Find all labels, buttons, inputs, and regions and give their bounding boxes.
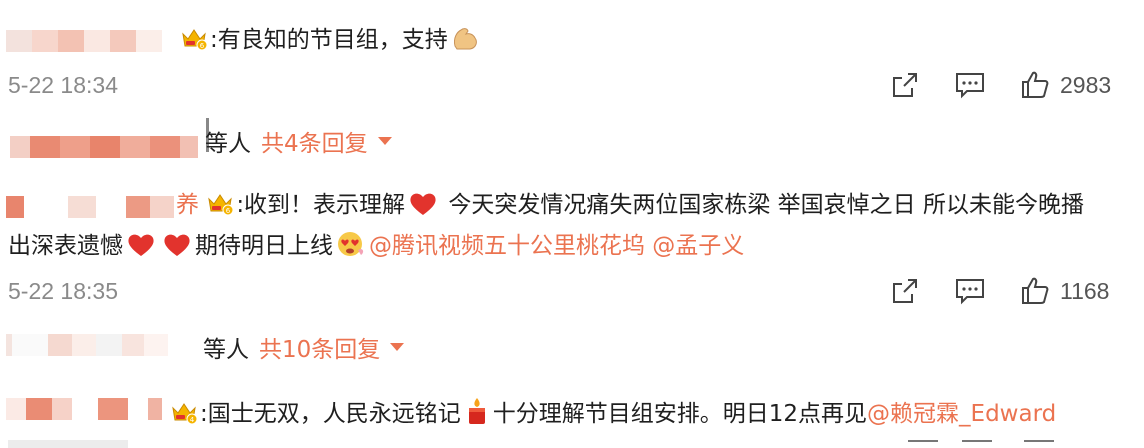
mention-link[interactable]: @赖冠霖_Edward <box>867 401 1056 427</box>
like-icon <box>1022 71 1049 98</box>
crown-badge-icon: 4 <box>170 401 198 433</box>
chevron-down-icon[interactable] <box>377 137 392 145</box>
comment-2-actions: 1168 <box>890 276 1109 306</box>
comment-2-body-line-1: 养 6 :收到！表示理解 今天突发情况痛失两位国家栋梁 举国哀悼之日 所以未能今… <box>176 190 1084 225</box>
comment-icon <box>956 73 984 99</box>
crown-badge-icon: 6 <box>180 27 208 59</box>
reply-prefix: 等人 <box>203 337 249 363</box>
comment-1-time: 5-22 18:34 <box>8 72 118 98</box>
comment-button[interactable] <box>954 70 986 100</box>
mention-link[interactable]: @腾讯视频五十公里桃花坞 <box>369 233 645 259</box>
replier-mosaic <box>10 136 198 158</box>
avatar-name-mosaic <box>6 30 162 52</box>
svg-text:6: 6 <box>226 207 231 215</box>
comment-1-replies: 等人 共4条回复 <box>205 124 392 158</box>
comment-text-c: 出深表遗憾 <box>8 233 123 259</box>
candle-emoji <box>464 396 490 434</box>
svg-text:6: 6 <box>200 42 205 50</box>
user-name-suffix[interactable]: 养 <box>176 192 199 218</box>
like-button[interactable]: 2983 <box>1020 70 1111 100</box>
flexed-biceps-emoji <box>451 24 481 60</box>
clipped-timestamp <box>8 440 128 448</box>
avatar-name-mosaic <box>6 398 162 420</box>
share-button[interactable] <box>890 70 920 100</box>
red-heart-emoji <box>162 232 192 266</box>
heart-eyes-emoji <box>336 230 366 266</box>
comment-text-a: :收到！表示理解 <box>236 192 406 218</box>
clipped-share-icon <box>908 440 938 448</box>
clipped-like-icon <box>1024 440 1054 448</box>
comment-1-actions: 2983 <box>890 70 1111 100</box>
red-heart-emoji <box>408 191 438 225</box>
comment-button[interactable] <box>954 276 986 306</box>
comment-text-b: 十分理解节目组安排。明日12点再见 <box>492 401 868 427</box>
view-replies-link[interactable]: 共10条回复 <box>259 330 380 364</box>
like-count: 2983 <box>1060 71 1112 98</box>
mention-link[interactable]: @孟子义 <box>645 233 744 259</box>
like-count: 1168 <box>1060 277 1110 304</box>
comment-1-body: 6 :有良知的节目组，支持 <box>180 24 484 60</box>
view-replies-link[interactable]: 共4条回复 <box>261 124 368 158</box>
chevron-down-icon[interactable] <box>390 343 405 351</box>
avatar-name-mosaic <box>6 196 174 218</box>
comment-3-body: 4 :国士无双，人民永远铭记 十分理解节目组安排。明日12点再见@赖冠霖_Edw… <box>170 396 1056 434</box>
svg-text:4: 4 <box>190 416 195 424</box>
comment-text-d: 期待明日上线 <box>195 233 333 259</box>
share-icon <box>893 73 917 97</box>
red-heart-emoji <box>126 232 156 266</box>
crown-badge-icon: 6 <box>206 192 234 224</box>
comment-2-replies: 等人 共10条回复 <box>203 330 405 364</box>
comment-2-time: 5-22 18:35 <box>8 278 118 304</box>
reply-prefix: 等人 <box>205 131 251 157</box>
comment-icon <box>956 279 984 305</box>
comment-text-a: :国士无双，人民永远铭记 <box>200 401 461 427</box>
share-button[interactable] <box>890 276 920 306</box>
like-icon <box>1022 277 1049 304</box>
comment-text: :有良知的节目组，支持 <box>210 27 448 53</box>
comment-thread: 6 :有良知的节目组，支持 5-22 18:34 2983 等人 共4条回复 养… <box>0 0 1144 448</box>
share-icon <box>893 279 917 303</box>
like-button[interactable]: 1168 <box>1020 276 1109 306</box>
clipped-comment-icon <box>962 440 992 448</box>
comment-text-b: 今天突发情况痛失两位国家栋梁 举国哀悼之日 所以未能今晚播 <box>441 192 1084 218</box>
comment-2-body-line-2: 出深表遗憾 期待明日上线 @腾讯视频五十公里桃花坞 @孟子义 <box>8 230 744 266</box>
replier-mosaic <box>6 334 168 356</box>
